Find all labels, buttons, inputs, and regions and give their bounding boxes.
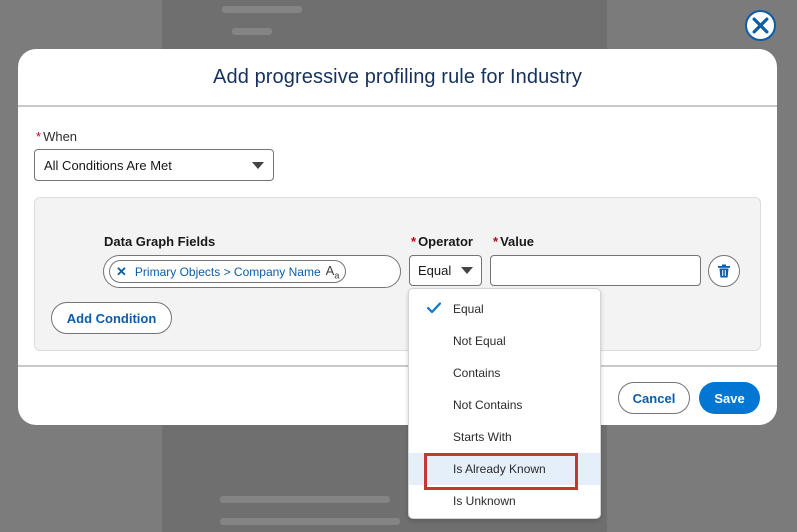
background-text-line	[220, 518, 400, 525]
operator-label: * Operator	[411, 234, 473, 249]
option-label: Is Already Known	[453, 462, 546, 476]
operator-option-not-equal[interactable]: Not Equal	[409, 325, 600, 357]
operator-option-starts-with[interactable]: Starts With	[409, 421, 600, 453]
operator-option-not-contains[interactable]: Not Contains	[409, 389, 600, 421]
data-graph-fields-label: Data Graph Fields	[104, 234, 216, 249]
operator-label-text: Operator	[418, 234, 473, 249]
value-input[interactable]	[490, 255, 701, 286]
option-label: Equal	[453, 302, 484, 316]
background-text-line	[232, 28, 272, 35]
operator-option-is-already-known[interactable]: Is Already Known	[409, 453, 600, 490]
close-modal-button[interactable]	[745, 10, 776, 41]
option-label: Contains	[453, 366, 501, 380]
option-label: Starts With	[453, 430, 512, 444]
background-text-line	[222, 6, 302, 13]
background-text-line	[220, 496, 390, 503]
operator-option-equal[interactable]: Equal	[409, 293, 600, 325]
field-pill: ✕ Primary Objects > Company Name Aa	[109, 260, 347, 283]
modal-footer: Cancel Save	[18, 365, 777, 425]
rule-modal: Add progressive profiling rule for Indus…	[18, 49, 777, 425]
when-selected-value: All Conditions Are Met	[44, 157, 172, 173]
modal-header: Add progressive profiling rule for Indus…	[18, 49, 777, 107]
chevron-down-icon	[461, 267, 473, 274]
condition-box: Data Graph Fields * Operator * Value ✕ Pri…	[34, 197, 761, 351]
trash-icon	[718, 264, 730, 278]
option-label: Not Equal	[453, 334, 506, 348]
close-icon	[752, 17, 769, 34]
text-type-icon: Aa	[326, 263, 340, 281]
required-marker: *	[36, 129, 42, 144]
text-type-glyph-sub: a	[334, 270, 340, 281]
close-icon[interactable]: ✕	[116, 264, 127, 280]
value-label: * Value	[493, 234, 534, 249]
operator-dropdown-menu: Equal Not Equal Contains Not Contains St…	[408, 288, 601, 519]
modal-title: Add progressive profiling rule for Indus…	[213, 65, 582, 88]
value-label-text: Value	[500, 234, 535, 249]
text-type-glyph: A	[325, 262, 335, 278]
cancel-button[interactable]: Cancel	[618, 382, 690, 414]
operator-select[interactable]: Equal	[409, 255, 482, 286]
modal-body: * When All Conditions Are Met Data Graph …	[18, 107, 777, 365]
field-pill-label: Primary Objects > Company Name	[134, 264, 321, 279]
chevron-down-icon	[252, 162, 264, 169]
data-graph-field-input[interactable]: ✕ Primary Objects > Company Name Aa	[103, 255, 401, 288]
when-label-text: When	[43, 129, 78, 144]
when-label: * When	[36, 129, 77, 144]
operator-selected-value: Equal	[418, 263, 452, 278]
check-icon	[427, 302, 441, 314]
add-condition-button[interactable]: Add Condition	[51, 302, 172, 334]
option-label: Not Contains	[453, 398, 523, 412]
operator-option-is-unknown[interactable]: Is Unknown	[409, 485, 600, 517]
save-button[interactable]: Save	[699, 382, 760, 414]
delete-condition-button[interactable]	[708, 255, 740, 287]
required-marker: *	[493, 234, 499, 249]
option-label: Is Unknown	[453, 494, 516, 508]
operator-option-contains[interactable]: Contains	[409, 357, 600, 389]
when-select[interactable]: All Conditions Are Met	[34, 149, 274, 181]
required-marker: *	[411, 234, 417, 249]
